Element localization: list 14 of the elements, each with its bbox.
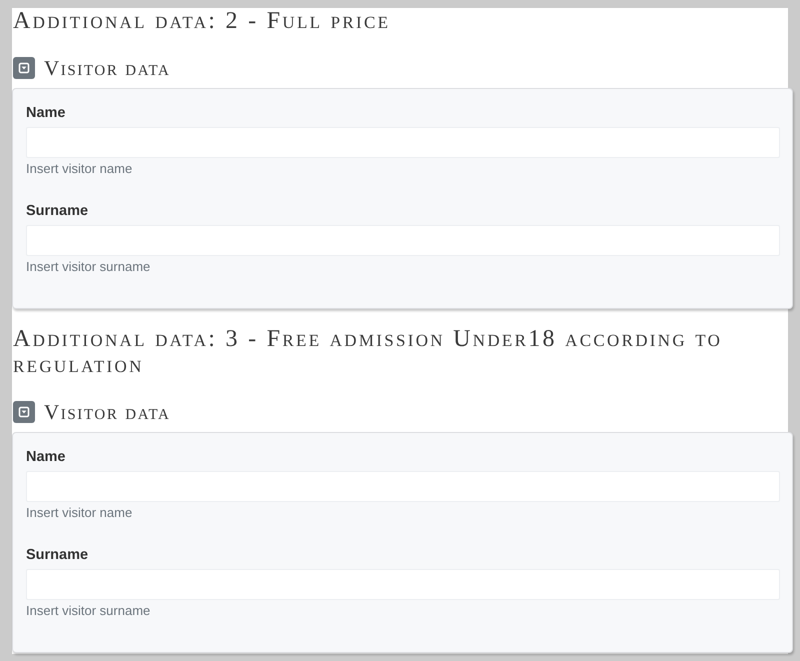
collapse-toggle-icon[interactable] [13, 401, 35, 423]
field-label: Surname [26, 546, 88, 565]
help-text: Insert visitor surname [26, 258, 150, 276]
help-text: Insert visitor surname [26, 602, 150, 620]
group-title: Visitor data [44, 401, 170, 423]
field-label: Surname [26, 202, 88, 221]
section-heading: Additional data: 2 - Full price [13, 8, 392, 34]
field-label: Name [26, 104, 66, 123]
section-heading: Additional data: 3 - Free admission Under18 according to regulation [13, 326, 724, 378]
collapse-toggle-icon[interactable] [13, 57, 35, 79]
help-text: Insert visitor name [26, 160, 132, 178]
group-title: Visitor data [44, 57, 170, 79]
help-text: Insert visitor name [26, 504, 132, 522]
field-label: Name [26, 448, 66, 467]
